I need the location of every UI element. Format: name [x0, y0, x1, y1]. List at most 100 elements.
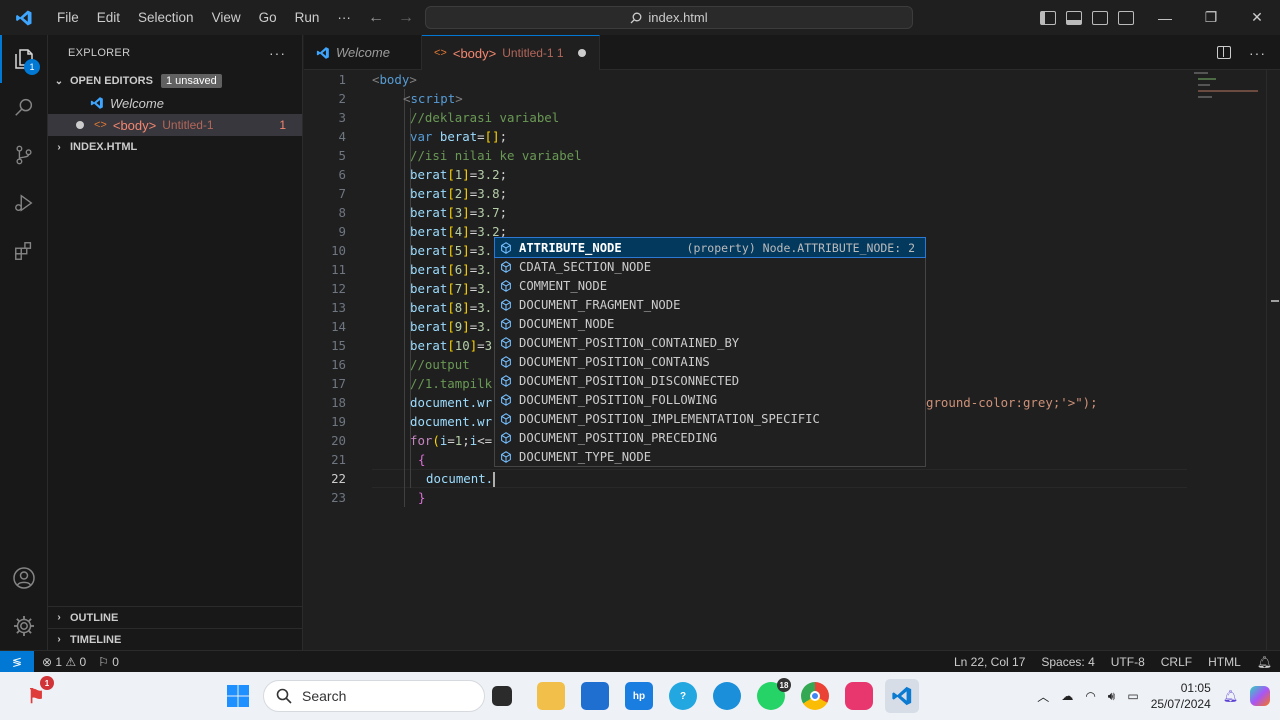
suggestion-item[interactable]: DOCUMENT_TYPE_NODE: [495, 447, 925, 466]
timeline-section[interactable]: › TIMELINE: [48, 628, 303, 650]
editor-scrollbar[interactable]: [1266, 70, 1280, 650]
remote-indicator-icon[interactable]: ≶: [0, 650, 34, 673]
suggestion-item[interactable]: DOCUMENT_POSITION_IMPLEMENTATION_SPECIFI…: [495, 409, 925, 428]
suggestion-item[interactable]: DOCUMENT_POSITION_CONTAINS: [495, 352, 925, 371]
windows-start-icon[interactable]: [224, 682, 252, 710]
toggle-primary-sidebar-icon[interactable]: [1040, 10, 1056, 25]
toggle-panel-icon[interactable]: [1066, 10, 1082, 25]
task-view-icon[interactable]: [492, 686, 512, 706]
notification-app-icon[interactable]: ⚑ 1: [22, 676, 54, 710]
help-icon[interactable]: ?: [669, 682, 697, 710]
customize-layout-icon[interactable]: [1118, 10, 1134, 25]
whatsapp-icon[interactable]: 18: [757, 678, 791, 710]
menu-file[interactable]: File: [48, 0, 88, 35]
chevron-down-icon: ⌄: [54, 75, 64, 87]
property-icon: [501, 317, 511, 330]
timeline-label: TIMELINE: [70, 633, 122, 646]
copilot-icon[interactable]: [1250, 686, 1270, 706]
suggestion-item[interactable]: COMMENT_NODE: [495, 276, 925, 295]
battery-icon[interactable]: ▭: [1127, 689, 1138, 703]
unsaved-dot-icon[interactable]: [76, 121, 84, 129]
store-icon[interactable]: [581, 682, 609, 710]
split-editor-icon[interactable]: [1217, 46, 1231, 59]
suggestion-item[interactable]: DOCUMENT_POSITION_FOLLOWING: [495, 390, 925, 409]
menu-edit[interactable]: Edit: [88, 0, 129, 35]
open-editor-untitled[interactable]: <> <body> Untitled-1 1: [48, 114, 302, 136]
source-control-activity[interactable]: [0, 131, 48, 179]
menu-view[interactable]: View: [203, 0, 250, 35]
toggle-secondary-sidebar-icon[interactable]: [1092, 10, 1108, 25]
minimize-icon[interactable]: —: [1142, 0, 1188, 35]
outline-section[interactable]: › OUTLINE: [48, 606, 303, 628]
taskbar-search[interactable]: Search: [263, 680, 485, 712]
clock[interactable]: 01:05 25/07/2024: [1151, 680, 1211, 712]
indentation[interactable]: Spaces: 4: [1041, 655, 1094, 669]
myhp-icon[interactable]: hp: [625, 682, 653, 710]
suggestion-item[interactable]: CDATA_SECTION_NODE: [495, 257, 925, 276]
bell-icon[interactable]: 🔔︎: [1223, 689, 1238, 703]
recorder-icon[interactable]: [845, 682, 873, 710]
suggestion-item[interactable]: DOCUMENT_NODE: [495, 314, 925, 333]
close-icon[interactable]: ✕: [1234, 0, 1280, 35]
file-explorer-icon[interactable]: [537, 682, 565, 710]
code-line: 5//isi nilai ke variabel: [338, 148, 582, 163]
ports-indicator[interactable]: ⚐ 0: [98, 655, 119, 669]
notification-badge: 1: [40, 676, 54, 690]
cursor-position[interactable]: Ln 22, Col 17: [954, 655, 1025, 669]
explorer-sidebar: EXPLORER ··· ⌄ OPEN EDITORS 1 unsaved We…: [48, 35, 303, 650]
end-of-line[interactable]: CRLF: [1161, 655, 1192, 669]
explorer-activity[interactable]: 1: [0, 35, 48, 83]
menu-more[interactable]: ···: [328, 0, 360, 35]
more-actions-icon[interactable]: ···: [269, 45, 286, 61]
more-actions-icon[interactable]: ···: [1249, 45, 1266, 61]
property-icon: [501, 355, 511, 368]
extensions-activity[interactable]: [0, 227, 48, 275]
edge-icon[interactable]: [713, 682, 741, 710]
forward-arrow-icon[interactable]: →: [398, 9, 414, 27]
property-icon: [501, 241, 511, 254]
code-line: 23}: [331, 490, 426, 505]
autocomplete-suggest-widget[interactable]: ATTRIBUTE_NODE (property) Node.ATTRIBUTE_…: [494, 237, 926, 467]
notifications-bell-icon[interactable]: 🔔︎: [1257, 655, 1272, 669]
clock-time: 01:05: [1180, 681, 1211, 695]
property-icon: [501, 260, 511, 273]
code-line: 4 var berat=[];: [338, 129, 508, 144]
chevron-up-icon[interactable]: ︿: [1037, 688, 1049, 705]
restore-icon[interactable]: ❐: [1188, 0, 1234, 35]
menu-selection[interactable]: Selection: [129, 0, 203, 35]
tab-untitled[interactable]: <> <body> Untitled-1 1: [422, 35, 600, 70]
suggestion-item[interactable]: DOCUMENT_POSITION_CONTAINED_BY: [495, 333, 925, 352]
open-editors-section[interactable]: ⌄ OPEN EDITORS 1 unsaved: [48, 70, 302, 92]
manage-activity[interactable]: [0, 602, 48, 650]
suggestion-item[interactable]: DOCUMENT_FRAGMENT_NODE: [495, 295, 925, 314]
unsaved-dot-icon[interactable]: [577, 49, 586, 57]
suggestion-item[interactable]: DOCUMENT_POSITION_DISCONNECTED: [495, 371, 925, 390]
suggestion-item[interactable]: DOCUMENT_POSITION_PRECEDING: [495, 428, 925, 447]
cloud-icon[interactable]: ☁︎: [1061, 689, 1073, 703]
text-cursor: [493, 472, 496, 487]
property-icon: [501, 374, 511, 387]
command-center[interactable]: index.html: [425, 6, 913, 29]
explorer-title: EXPLORER: [68, 46, 131, 59]
run-debug-activity[interactable]: [0, 179, 48, 227]
accounts-activity[interactable]: [0, 554, 48, 602]
search-activity[interactable]: [0, 83, 48, 131]
suggestion-item[interactable]: ATTRIBUTE_NODE (property) Node.ATTRIBUTE_…: [494, 237, 926, 258]
problems-indicator[interactable]: ⊗ 1 ⚠ 0: [42, 655, 86, 669]
open-editor-label: Welcome: [110, 95, 164, 111]
minimap[interactable]: [1194, 70, 1264, 110]
encoding[interactable]: UTF-8: [1111, 655, 1145, 669]
menu-run[interactable]: Run: [286, 0, 329, 35]
chrome-icon[interactable]: [801, 682, 829, 710]
open-editor-welcome[interactable]: Welcome: [48, 92, 302, 114]
folder-section[interactable]: › INDEX.HTML: [48, 136, 302, 158]
menu-go[interactable]: Go: [250, 0, 286, 35]
language-mode[interactable]: HTML: [1208, 655, 1241, 669]
chevron-right-icon: ›: [57, 141, 61, 153]
back-arrow-icon[interactable]: ←: [368, 9, 384, 27]
volume-icon[interactable]: 🔊︎: [1108, 689, 1116, 704]
outline-label: OUTLINE: [70, 611, 119, 624]
tab-welcome[interactable]: Welcome: [304, 35, 422, 70]
vscode-taskbar-icon[interactable]: [885, 679, 919, 713]
wifi-icon[interactable]: ◠: [1085, 689, 1095, 703]
